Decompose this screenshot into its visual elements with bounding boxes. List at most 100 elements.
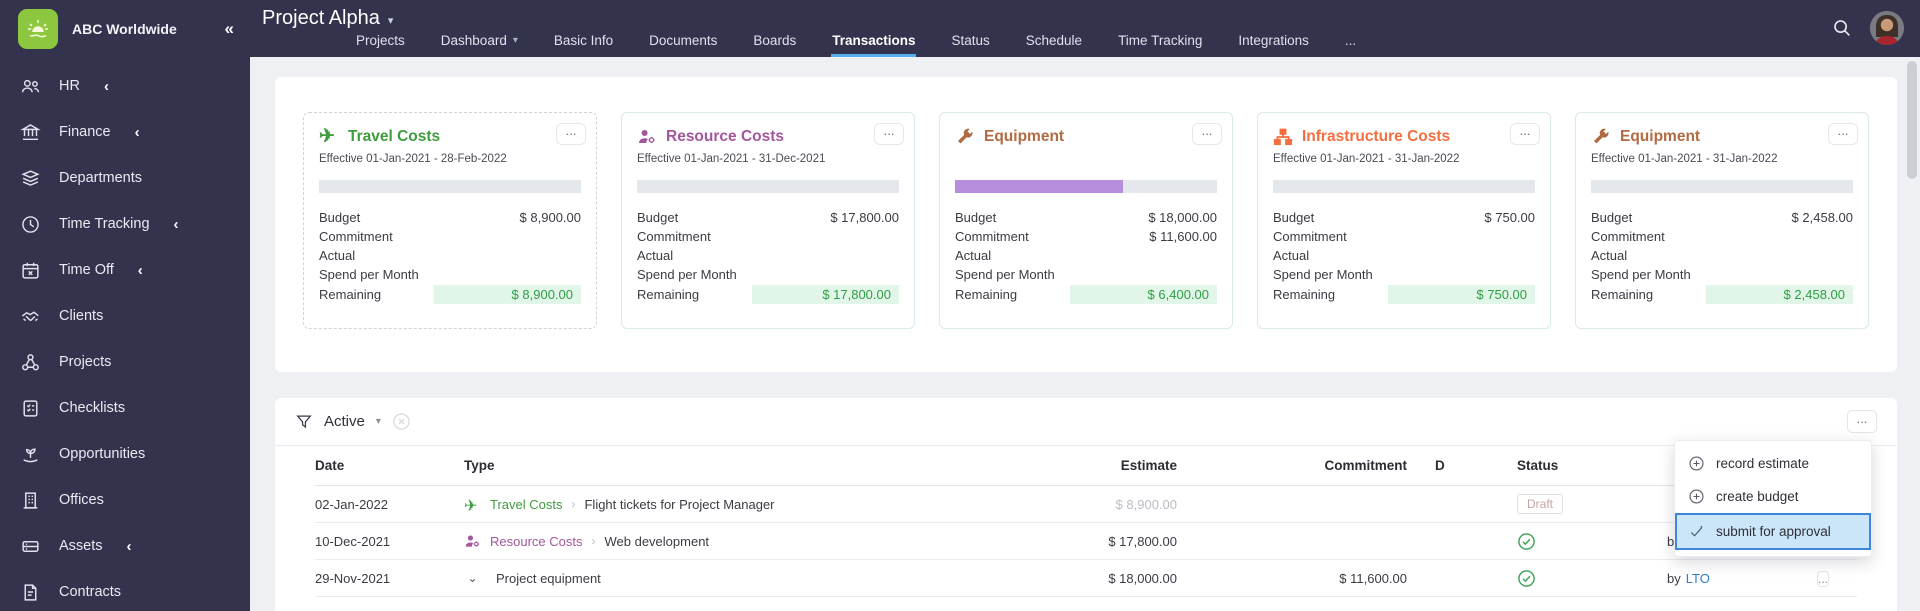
plane-icon: ✈ (319, 126, 335, 147)
cell-type-link[interactable]: Resource Costs (490, 534, 582, 549)
card-menu-button[interactable]: ... (1828, 123, 1858, 145)
sidebar-item-opportunities[interactable]: Opportunities (0, 431, 250, 477)
budget-value: $ 8,900.00 (519, 210, 581, 225)
filter-active[interactable]: Active (324, 413, 365, 430)
sidebar-item-time-tracking[interactable]: Time Tracking ‹ (0, 201, 250, 247)
breadcrumb-separator: › (591, 534, 596, 548)
more-icon: ... (1344, 33, 1357, 48)
sidebar-collapse-icon[interactable]: « (225, 19, 235, 39)
menu-item-record-estimate[interactable]: record estimate (1675, 447, 1871, 480)
tab-basic-info[interactable]: Basic Info (553, 27, 614, 57)
tab-transactions[interactable]: Transactions (831, 27, 917, 57)
col-header-status[interactable]: Status (1517, 458, 1667, 473)
tab-time-tracking[interactable]: Time Tracking (1117, 27, 1203, 57)
budget-card-equipment-1[interactable]: Equipment ... Budget $ 18,000.00 Commitme… (939, 112, 1233, 329)
search-icon[interactable] (1832, 18, 1852, 38)
plane-icon: ✈ (464, 497, 478, 515)
col-header-commitment[interactable]: Commitment (1177, 458, 1407, 473)
sidebar-item-offices[interactable]: Offices (0, 477, 250, 523)
tab-dashboard[interactable]: Dashboard ▾ (440, 27, 519, 57)
cell-type-link[interactable]: Travel Costs (490, 497, 562, 512)
budget-card-resource-costs[interactable]: Resource Costs ... Effective 01-Jan-2021… (621, 112, 915, 329)
tab-schedule[interactable]: Schedule (1025, 27, 1083, 57)
breadcrumb-separator: › (571, 497, 576, 511)
sidebar-item-contracts[interactable]: Contracts (0, 569, 250, 611)
table-row[interactable]: 02-Jan-2022 ✈ Travel Costs › Flight tick… (315, 486, 1857, 523)
workspace-logo[interactable] (18, 8, 58, 49)
budget-card-title: Resource Costs (666, 128, 785, 145)
budget-card-title: Travel Costs (348, 128, 441, 145)
sidebar: ABC Worldwide « HR ‹ Finance ‹ Departmen… (0, 0, 250, 611)
effective-dates: Effective 01-Jan-2021 - 28-Feb-2022 (319, 153, 507, 165)
sidebar-item-checklists[interactable]: Checklists (0, 385, 250, 431)
cell-estimate: $ 17,800.00 (1108, 533, 1177, 549)
checklist-icon (20, 398, 41, 419)
budgets-panel: ✈ Travel Costs ... Effective 01-Jan-2021… (275, 77, 1897, 372)
tab-documents[interactable]: Documents (648, 27, 718, 57)
caret-down-icon: ▾ (512, 35, 518, 46)
cell-description: Project equipment (496, 570, 601, 586)
budget-card-travel-costs[interactable]: ✈ Travel Costs ... Effective 01-Jan-2021… (303, 112, 597, 329)
budget-value: $ 17,800.00 (830, 210, 899, 225)
commitment-value: $ 11,600.00 (1149, 229, 1217, 244)
tab-status[interactable]: Status (950, 27, 990, 57)
sidebar-item-departments[interactable]: Departments (0, 155, 250, 201)
cell-estimate: $ 8,900.00 (1115, 496, 1177, 512)
filter-funnel-icon[interactable] (295, 413, 313, 431)
menu-item-submit-for-approval[interactable]: submit for approval (1675, 513, 1871, 550)
sidebar-item-hr[interactable]: HR ‹ (0, 63, 250, 109)
sidebar-item-assets[interactable]: Assets ‹ (0, 523, 250, 569)
budget-card-equipment-2[interactable]: Equipment ... Effective 01-Jan-2021 - 31… (1575, 112, 1869, 329)
people-icon (20, 76, 41, 97)
budget-value: $ 750.00 (1484, 210, 1535, 225)
workspace-name: ABC Worldwide (72, 20, 177, 37)
card-menu-button[interactable]: ... (874, 123, 904, 145)
table-row[interactable]: 29-Nov-2021 ⌄ Project equipment $ 18,000… (315, 560, 1857, 597)
chevron-left-icon: ‹ (103, 77, 109, 95)
filter-clear-icon[interactable] (392, 412, 411, 431)
chevron-left-icon: ‹ (137, 261, 143, 279)
col-header-date[interactable]: Date (315, 458, 460, 473)
sidebar-item-time-off[interactable]: Time Off ‹ (0, 247, 250, 293)
tab-projects[interactable]: Projects (355, 27, 406, 57)
vertical-scrollbar[interactable] (1907, 61, 1917, 179)
table-row[interactable]: 10-Dec-2021 Resource Costs › Web develop… (315, 523, 1857, 560)
effective-dates: Effective 01-Jan-2021 - 31-Dec-2021 (637, 153, 826, 165)
sidebar-nav: HR ‹ Finance ‹ Departments Time Tracking… (0, 57, 250, 611)
budget-card-infrastructure-costs[interactable]: Infrastructure Costs ... Effective 01-Ja… (1257, 112, 1551, 329)
remaining-value: $ 17,800.00 (752, 285, 899, 304)
status-approved-icon (1517, 532, 1536, 551)
plus-circle-icon (1688, 455, 1705, 472)
tab-more[interactable]: ... (1344, 27, 1357, 57)
table-menu-button[interactable]: ... (1847, 410, 1877, 433)
card-menu-button[interactable]: ... (1510, 123, 1540, 145)
handshake-icon (20, 306, 41, 327)
person-gear-icon (637, 127, 657, 147)
layers-icon (20, 168, 41, 189)
calendar-icon (20, 260, 41, 281)
menu-item-create-budget[interactable]: create budget (1675, 480, 1871, 513)
remaining-value: $ 6,400.00 (1070, 285, 1217, 304)
expand-chevron-icon[interactable]: ⌄ (464, 571, 481, 585)
col-header-type[interactable]: Type (460, 458, 1017, 473)
sidebar-item-clients[interactable]: Clients (0, 293, 250, 339)
cell-description: Web development (604, 533, 710, 549)
col-header-estimate[interactable]: Estimate (1017, 458, 1177, 473)
caret-down-icon[interactable]: ▾ (376, 416, 381, 427)
sidebar-item-projects[interactable]: Projects (0, 339, 250, 385)
chevron-left-icon: ‹ (134, 123, 140, 141)
card-menu-button[interactable]: ... (1192, 123, 1222, 145)
row-menu-button[interactable]: ... (1817, 570, 1830, 587)
user-link[interactable]: LTO (1686, 571, 1710, 586)
bank-icon (20, 122, 41, 143)
tab-boards[interactable]: Boards (752, 27, 797, 57)
chevron-left-icon: ‹ (173, 215, 179, 233)
budget-card-title: Equipment (1620, 128, 1701, 145)
sidebar-item-finance[interactable]: Finance ‹ (0, 109, 250, 155)
card-menu-button[interactable]: ... (556, 123, 586, 145)
drive-icon (20, 536, 41, 557)
user-avatar[interactable] (1870, 11, 1904, 45)
col-header-d[interactable]: D (1407, 458, 1517, 473)
network-icon (20, 352, 41, 373)
tab-integrations[interactable]: Integrations (1237, 27, 1310, 57)
